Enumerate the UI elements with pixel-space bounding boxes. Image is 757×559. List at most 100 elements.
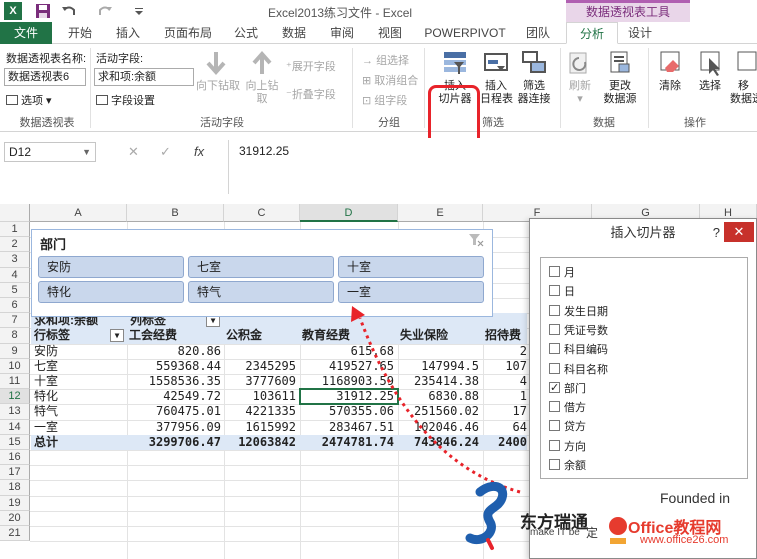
pivot-value-cell[interactable]: 1168903.59 xyxy=(300,374,394,389)
pivot-total-cell[interactable]: 12063842 xyxy=(224,435,296,450)
pivot-value-cell[interactable]: 283467.51 xyxy=(300,420,394,435)
slicer-item[interactable]: 一室 xyxy=(338,281,484,303)
slicer-field-option[interactable]: 发生日期 xyxy=(549,303,608,321)
filter-connections-button[interactable]: 筛选 器连接 xyxy=(514,48,554,106)
slicer-field-option[interactable]: 月 xyxy=(549,264,575,282)
tab-data[interactable]: 数据 xyxy=(274,22,314,44)
select-all-corner[interactable] xyxy=(0,204,30,222)
tab-formulas[interactable]: 公式 xyxy=(226,22,266,44)
pivot-value-cell[interactable]: 615.68 xyxy=(300,344,394,359)
slicer-field-option[interactable]: 贷方 xyxy=(549,418,586,436)
row-header-7[interactable]: 7 xyxy=(0,313,30,329)
tab-team[interactable]: 团队 xyxy=(516,22,560,44)
checkbox[interactable] xyxy=(549,362,560,374)
slicer-item[interactable]: 七室 xyxy=(188,256,334,278)
row-header-9[interactable]: 9 xyxy=(0,343,30,359)
column-header-d[interactable]: D xyxy=(300,204,398,222)
refresh-button[interactable]: 刷新 ▾ xyxy=(564,48,596,106)
name-box[interactable]: D12 ▼ xyxy=(4,142,96,162)
insert-timeline-button[interactable]: 插入 日程表 xyxy=(480,48,513,106)
clear-button[interactable]: 清除 xyxy=(652,48,688,93)
pivot-value-cell[interactable]: 147994.5 xyxy=(398,359,479,374)
drill-down-button[interactable]: 向下钻取 xyxy=(196,48,240,93)
slicer-field-option[interactable]: 方向 xyxy=(549,438,586,456)
pivot-row-label[interactable]: 行标签 xyxy=(34,328,114,343)
pivot-row-name[interactable]: 十室 xyxy=(34,374,124,389)
pivot-value-cell[interactable] xyxy=(398,344,479,359)
pivot-total-label[interactable]: 总计 xyxy=(34,435,124,450)
pivot-value-cell[interactable]: 42549.72 xyxy=(127,389,221,404)
slicer-field-option[interactable]: 科目编码 xyxy=(549,341,608,359)
checkbox[interactable] xyxy=(549,285,560,297)
undo-icon[interactable] xyxy=(60,2,78,20)
row-header-6[interactable]: 6 xyxy=(0,298,30,314)
close-button[interactable]: ✕ xyxy=(724,222,754,242)
collapse-field-button[interactable]: ⁻折叠字段 xyxy=(286,86,336,102)
move-pivot-button[interactable]: 移 数据透 xyxy=(730,48,757,106)
pivot-value-cell[interactable]: 4221335 xyxy=(224,404,296,419)
name-box-dropdown-icon[interactable]: ▼ xyxy=(82,143,91,161)
row-header-14[interactable]: 14 xyxy=(0,419,30,435)
clear-filter-icon[interactable] xyxy=(468,233,484,247)
expand-field-button[interactable]: ⁺展开字段 xyxy=(286,58,336,74)
slicer-item[interactable]: 特化 xyxy=(38,281,184,303)
pivot-value-cell[interactable]: 1558536.35 xyxy=(127,374,221,389)
pivot-value-cell[interactable] xyxy=(224,344,296,359)
row-header-8[interactable]: 8 xyxy=(0,328,30,344)
pivot-column-header[interactable]: 公积金 xyxy=(226,328,302,343)
row-header-13[interactable]: 13 xyxy=(0,404,30,420)
slicer-field-option[interactable]: 部门 xyxy=(549,379,586,398)
department-slicer[interactable]: 部门 安防 七室 十室 特化 特气 一室 xyxy=(31,229,493,317)
pivot-value-cell[interactable]: 251560.02 xyxy=(398,404,479,419)
row-header-20[interactable]: 20 xyxy=(0,510,30,526)
tab-view[interactable]: 视图 xyxy=(370,22,410,44)
tab-review[interactable]: 审阅 xyxy=(322,22,362,44)
pivot-value-cell[interactable]: 1615992 xyxy=(224,420,296,435)
checkbox[interactable] xyxy=(549,266,560,277)
change-data-source-button[interactable]: 更改 数据源 xyxy=(598,48,642,106)
row-filter-dropdown-icon[interactable]: ▼ xyxy=(110,329,124,343)
slicer-field-option[interactable]: 日 xyxy=(549,283,575,301)
pivot-row-name[interactable]: 安防 xyxy=(34,344,124,359)
redo-icon[interactable] xyxy=(96,2,114,20)
pivot-value-cell[interactable]: 17 xyxy=(483,404,527,419)
active-field-input[interactable]: 求和项:余额 xyxy=(94,68,194,86)
pivot-column-header[interactable]: 招待费 xyxy=(485,328,529,343)
pivot-value-cell[interactable]: 2 xyxy=(483,344,527,359)
checkbox[interactable] xyxy=(549,379,560,397)
insert-function-icon[interactable]: fx xyxy=(194,144,204,159)
slicer-item[interactable]: 特气 xyxy=(188,281,334,303)
column-header-c[interactable]: C xyxy=(224,204,300,222)
slicer-field-option[interactable]: 余额 xyxy=(549,457,586,475)
row-header-10[interactable]: 10 xyxy=(0,358,30,374)
pivot-value-cell[interactable]: 103611 xyxy=(224,389,296,404)
checkbox[interactable] xyxy=(549,420,560,432)
pivot-total-cell[interactable]: 743846.24 xyxy=(398,435,479,450)
row-header-11[interactable]: 11 xyxy=(0,374,30,390)
pivot-row-name[interactable]: 一室 xyxy=(34,420,124,435)
row-header-19[interactable]: 19 xyxy=(0,495,30,511)
row-header-16[interactable]: 16 xyxy=(0,450,30,466)
row-header-5[interactable]: 5 xyxy=(0,282,30,298)
pivot-value-cell[interactable]: 559368.44 xyxy=(127,359,221,374)
checkbox[interactable] xyxy=(549,304,560,316)
pivot-value-cell[interactable]: 377956.09 xyxy=(127,420,221,435)
select-button[interactable]: 选择 xyxy=(692,48,728,93)
field-settings-button[interactable]: 字段设置 xyxy=(96,92,155,108)
pivot-value-cell[interactable]: 760475.01 xyxy=(127,404,221,419)
pivot-value-cell[interactable]: 820.86 xyxy=(127,344,221,359)
pivot-value-cell[interactable]: 4 xyxy=(483,374,527,389)
tab-analyze[interactable]: 分析 xyxy=(566,22,618,44)
formula-input[interactable]: 31912.25 xyxy=(228,140,757,194)
slicer-field-option[interactable]: 科目名称 xyxy=(549,361,608,379)
pivot-value-cell[interactable]: 107 xyxy=(483,359,527,374)
pivot-value-cell[interactable]: 6830.88 xyxy=(398,389,479,404)
tab-powerpivot[interactable]: POWERPIVOT xyxy=(420,22,510,44)
row-header-1[interactable]: 1 xyxy=(0,222,30,238)
pivot-value-cell[interactable]: 570355.06 xyxy=(300,404,394,419)
ungroup-button[interactable]: ⊞ 取消组合 xyxy=(362,72,418,88)
drill-up-button[interactable]: 向上钻 取 xyxy=(240,48,284,106)
row-header-3[interactable]: 3 xyxy=(0,252,30,268)
slicer-field-option[interactable]: 凭证号数 xyxy=(549,322,608,340)
cancel-icon[interactable]: ✕ xyxy=(128,144,139,160)
